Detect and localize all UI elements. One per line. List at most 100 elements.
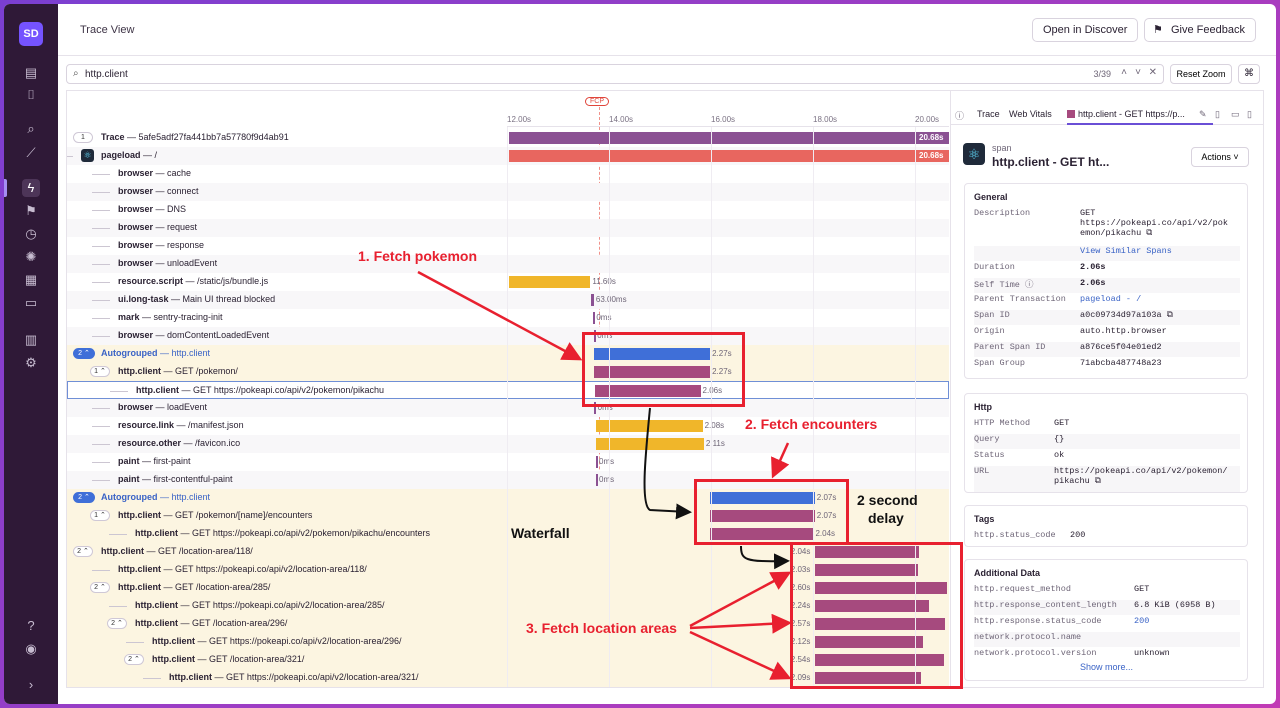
span-bar[interactable] [509,132,949,144]
span-type: span [992,143,1012,153]
info-icon[interactable]: ⓘ [955,109,964,122]
table-row[interactable]: browser — response [67,237,949,255]
close-icon[interactable]: ✕ [1149,67,1157,78]
show-more-link[interactable]: Show more... [1080,662,1133,672]
bug-icon[interactable]: ✺ [22,248,40,266]
span-op: http.client [118,366,161,376]
span-bar[interactable] [509,276,591,288]
dock-left-icon[interactable]: ▯ [1215,109,1220,120]
header: Trace View Open in Discover ⚑ Give Feedba… [58,4,1276,56]
table-row[interactable]: browser — cache [67,165,949,183]
table-row[interactable]: ui.long-task — Main UI thread blocked 63.… [67,291,949,309]
tags-key: http.status_code [974,530,1056,540]
table-row[interactable]: http.client — GET https://pokeapi.co/api… [67,381,949,399]
span-bar[interactable] [595,438,704,450]
general-key: Parent Span ID [974,342,1046,352]
megaphone-icon[interactable]: ⚑ [22,202,40,220]
span-label: Autogrouped — http.client [101,348,211,358]
span-op: browser [118,222,154,232]
history-icon[interactable]: ◷ [22,225,40,243]
table-row[interactable]: browser — domContentLoadedEvent 0ms [67,327,949,345]
shortcut-button[interactable]: ⌘ [1238,64,1260,84]
dashboards-icon[interactable]: ▦ [22,271,40,289]
chart-icon[interactable]: ⟋ [22,144,40,162]
dock-right-icon[interactable]: ▯ [1247,109,1252,120]
table-row[interactable]: resource.other — /favicon.ico 2.11s [67,435,949,453]
http-value: ok [1054,450,1065,460]
span-bar[interactable] [596,456,599,468]
annotation-fetch-locations: 3. Fetch location areas [526,620,677,636]
additional-value[interactable]: 200 [1134,616,1240,626]
span-op: Autogrouped [101,348,158,358]
annotation-fetch-encounters: 2. Fetch encounters [745,416,878,432]
span-op: http.client [152,654,195,664]
search-icon[interactable]: ⌕ [22,120,40,138]
reset-zoom-button[interactable]: Reset Zoom [1170,64,1232,84]
tab-web-vitals[interactable]: Web Vitals [1009,109,1052,119]
releases-icon[interactable]: ▭ [22,294,40,312]
collapse-chevron-icon[interactable] [67,156,73,157]
child-count-badge[interactable]: 2 ⌃ [124,654,144,665]
table-row[interactable]: resource.script — /static/js/bundle.js 11… [67,273,949,291]
table-row[interactable]: 1 ⌃ http.client — GET /pokemon/2.27s [67,363,949,381]
table-row[interactable]: 1 Trace — 5afe5adf27fa441bb7a57780f9d4ab9… [67,129,949,147]
table-row[interactable]: browser — connect [67,183,949,201]
code-icon[interactable]: ⌷ [22,86,40,104]
help-icon[interactable]: ? [22,617,40,635]
broadcast-icon[interactable]: ◉ [22,640,40,658]
span-description: GET https://pokeapi.co/api/v2/location-a… [209,636,402,646]
child-count-badge[interactable]: 2 ⌃ [107,618,127,629]
collapse-icon[interactable]: › [22,676,40,694]
table-row[interactable]: mark — sentry-tracing-init 0ms [67,309,949,327]
span-description: GET https://pokeapi.co/api/v2/location-a… [192,600,385,610]
span-label: pageload — / [101,150,158,160]
child-count-badge[interactable]: 1 [73,132,93,143]
table-row[interactable]: paint — first-paint 0ms [67,453,949,471]
tree-connector [92,480,110,481]
child-count-badge[interactable]: 1 ⌃ [90,366,110,377]
span-label: resource.other — /favicon.ico [118,438,241,448]
table-row[interactable]: 2 ⌃ Autogrouped — http.client 2.27s [67,345,949,363]
dock-bottom-icon[interactable]: ▭ [1231,109,1240,120]
span-description: GET /pokemon/[name]/encounters [175,510,313,520]
span-description: http.client [171,492,211,502]
child-count-badge[interactable]: 2 ⌃ [73,492,95,503]
table-row[interactable]: browser — DNS [67,201,949,219]
table-row[interactable]: browser — unloadEvent [67,255,949,273]
http-value: GET [1054,418,1070,428]
performance-icon[interactable]: ϟ [22,179,40,197]
span-op: http.client [101,546,144,556]
span-bar[interactable] [593,312,596,324]
general-value[interactable]: pageload - / [1080,294,1240,304]
search-input[interactable]: ⌕ http.client 3/39 ˄ ˅ ✕ [66,64,1164,84]
actions-button[interactable]: Actions ˅ [1191,147,1249,167]
tags-card: Tags http.status_code 200 [964,505,1248,547]
child-count-badge[interactable]: 2 ⌃ [90,582,110,593]
chevron-up-icon[interactable]: ˄ [1121,67,1127,78]
span-bar[interactable] [595,420,703,432]
table-row[interactable]: browser — request [67,219,949,237]
chevron-down-icon[interactable]: ˅ [1135,67,1141,78]
pin-icon[interactable]: ✎ [1199,109,1207,120]
give-feedback-button[interactable]: ⚑ Give Feedback [1144,18,1256,42]
tree-connector [110,391,128,392]
org-avatar[interactable]: SD [19,22,43,46]
span-bar[interactable] [590,294,594,306]
child-count-badge[interactable]: 2 ⌃ [73,348,95,359]
tab-trace[interactable]: Trace [977,109,1000,119]
child-count-badge[interactable]: 1 ⌃ [90,510,110,521]
stats-icon[interactable]: ▥ [22,331,40,349]
table-row[interactable]: ⚛ pageload — / 20.68s [67,147,949,165]
search-icon: ⌕ [73,68,79,79]
general-value[interactable]: View Similar Spans [1080,246,1240,256]
table-row[interactable]: browser — loadEvent 0ms [67,399,949,417]
span-bar[interactable] [509,150,949,162]
additional-value: GET [1134,584,1150,594]
settings-icon[interactable]: ⚙ [22,354,40,372]
tree-connector [92,570,110,571]
span-bar[interactable] [596,474,599,486]
open-in-discover-button[interactable]: Open in Discover [1032,18,1139,42]
inbox-icon[interactable]: ▤ [22,64,40,82]
tab-span[interactable]: http.client - GET https://p... [1067,109,1213,125]
child-count-badge[interactable]: 2 ⌃ [73,546,93,557]
